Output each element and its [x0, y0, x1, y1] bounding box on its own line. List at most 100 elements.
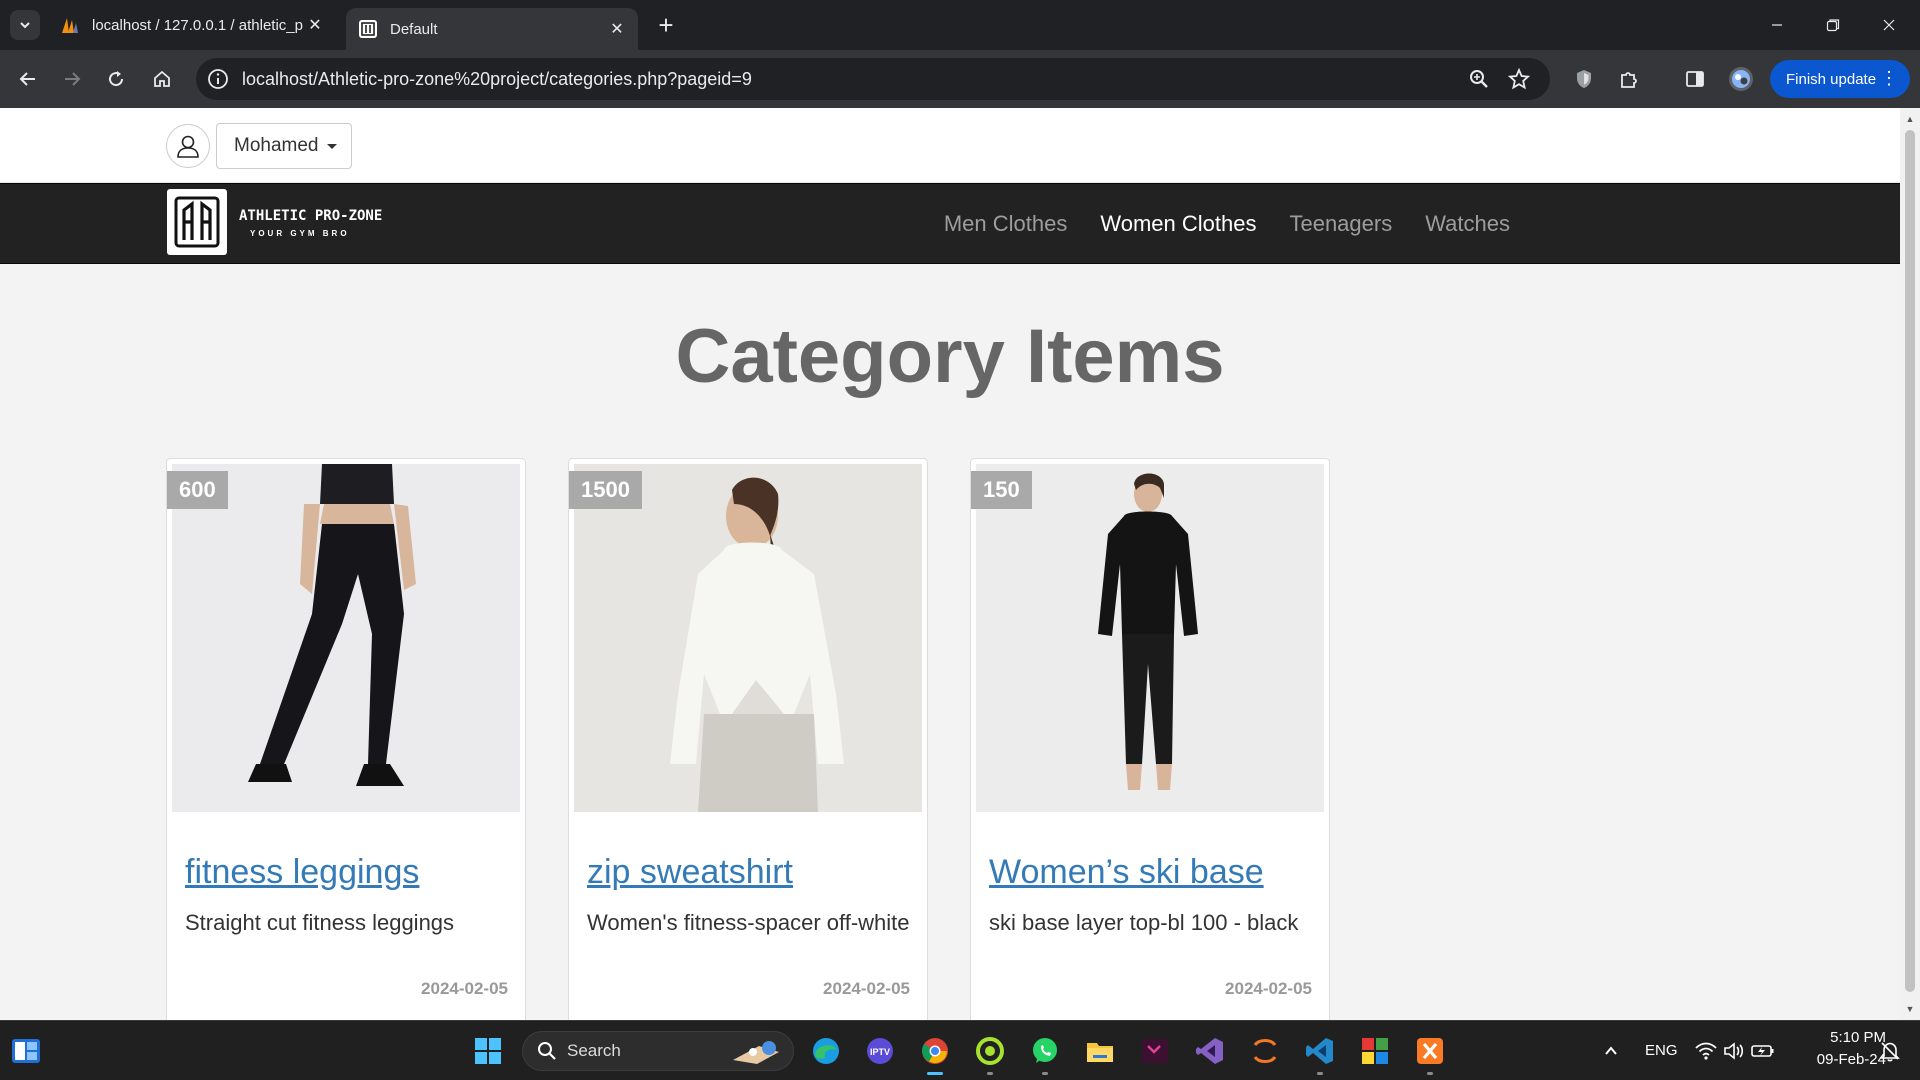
nav-link-men-clothes[interactable]: Men Clothes: [944, 211, 1068, 237]
volume-icon: [1724, 1042, 1744, 1060]
tab-default[interactable]: Default ✕: [346, 8, 638, 50]
arrow-left-icon: [19, 72, 35, 86]
category-nav: Men Clothes Women Clothes Teenagers Watc…: [911, 184, 1510, 263]
tab-phpmyadmin[interactable]: localhost / 127.0.0.1 / athletic_p ✕: [48, 8, 336, 42]
taskbar-app-green[interactable]: [972, 1033, 1008, 1075]
item-image[interactable]: [172, 464, 520, 812]
whatsapp-icon: [1033, 1038, 1057, 1063]
finish-update-button[interactable]: Finish update ⋮: [1770, 60, 1910, 98]
reload-icon: [109, 71, 124, 87]
jupyter-icon: [1253, 1039, 1277, 1063]
item-title-link[interactable]: fitness leggings: [185, 853, 419, 892]
item-card[interactable]: 600 fitness leggings Straight cut fitnes…: [166, 458, 526, 1020]
profile-button[interactable]: [1728, 66, 1754, 92]
item-card[interactable]: 150 Women’s ski base ski base layer top-…: [970, 458, 1330, 1020]
svg-text:IPTV: IPTV: [870, 1047, 890, 1057]
nav-link-watches[interactable]: Watches: [1425, 211, 1510, 237]
close-icon[interactable]: ✕: [606, 18, 628, 40]
taskbar-whatsapp[interactable]: [1027, 1033, 1063, 1075]
search-highlight-icon: [733, 1041, 779, 1064]
extension-shield-button[interactable]: [1571, 66, 1597, 92]
taskbar-jupyter[interactable]: [1247, 1033, 1283, 1069]
quick-settings-button[interactable]: [1690, 1033, 1780, 1069]
battery-icon: [1751, 1045, 1774, 1057]
iptv-icon: IPTV: [867, 1038, 893, 1064]
taskbar-app-blocks[interactable]: [1357, 1033, 1393, 1069]
puzzle-icon: [1621, 72, 1637, 88]
phpmyadmin-favicon-icon: [62, 18, 78, 33]
item-description: Women's fitness-spacer off-white: [587, 910, 910, 935]
taskbar-xampp[interactable]: [1412, 1033, 1448, 1075]
address-bar[interactable]: localhost/Athletic-pro-zone%20project/ca…: [196, 58, 1550, 100]
minimize-button[interactable]: [1750, 8, 1804, 42]
user-avatar[interactable]: [166, 124, 210, 168]
show-hidden-icons-button[interactable]: [1593, 1033, 1629, 1069]
notifications-button[interactable]: [1872, 1033, 1908, 1069]
item-image[interactable]: [574, 464, 922, 812]
forward-button[interactable]: [56, 63, 88, 95]
app-terminal-icon: [1142, 1039, 1168, 1063]
shield-icon: [1577, 70, 1591, 88]
windows-logo-icon: [475, 1038, 501, 1064]
taskbar-search[interactable]: Search: [522, 1031, 794, 1071]
start-button[interactable]: [470, 1033, 506, 1069]
item-description: ski base layer top-bl 100 - black: [989, 910, 1299, 935]
sweatshirt-product-image: [574, 464, 922, 812]
brand-logo[interactable]: [167, 189, 227, 255]
scroll-up-arrow-icon[interactable]: ▲: [1905, 114, 1915, 124]
app-blocks-icon: [1362, 1038, 1388, 1064]
home-button[interactable]: [146, 63, 178, 95]
restore-button[interactable]: [1806, 8, 1860, 42]
item-title-link[interactable]: zip sweatshirt: [587, 853, 793, 892]
taskbar-vscode[interactable]: [1302, 1033, 1338, 1075]
tab-title: localhost / 127.0.0.1 / athletic_p: [92, 16, 303, 34]
search-label: Search: [567, 1041, 621, 1060]
widgets-icon: [12, 1039, 40, 1063]
more-vert-icon[interactable]: ⋮: [1880, 69, 1898, 87]
browser-tab-strip: localhost / 127.0.0.1 / athletic_p ✕ Def…: [0, 0, 1920, 50]
vertical-scrollbar[interactable]: ▲ ▼: [1900, 108, 1920, 1020]
side-panel-button[interactable]: [1682, 66, 1708, 92]
taskbar-file-explorer[interactable]: [1082, 1033, 1118, 1069]
nav-link-women-clothes[interactable]: Women Clothes: [1100, 211, 1256, 237]
windows-taskbar: Search IPTV ENG 5:10 PM 09-Feb-24: [0, 1020, 1920, 1080]
caret-down-icon: [326, 143, 337, 149]
nav-link-teenagers[interactable]: Teenagers: [1289, 211, 1392, 237]
input-language[interactable]: ENG: [1645, 1042, 1678, 1059]
back-button[interactable]: [12, 63, 44, 95]
item-card[interactable]: 1500 zip sweatshirt Women's fitness-spac…: [568, 458, 928, 1020]
item-title-link[interactable]: Women’s ski base: [989, 853, 1264, 892]
item-image[interactable]: [976, 464, 1324, 812]
taskbar-chrome[interactable]: [917, 1033, 953, 1075]
tab-search-button[interactable]: [10, 10, 40, 40]
close-icon[interactable]: ✕: [304, 14, 326, 36]
scroll-down-arrow-icon[interactable]: ▼: [1905, 1004, 1915, 1014]
bookmark-star-icon[interactable]: [1508, 68, 1530, 90]
browser-toolbar: localhost/Athletic-pro-zone%20project/ca…: [0, 50, 1920, 108]
url-text[interactable]: localhost/Athletic-pro-zone%20project/ca…: [242, 69, 752, 90]
user-dropdown-button[interactable]: Mohamed: [216, 123, 352, 169]
zoom-icon[interactable]: [1468, 68, 1490, 90]
scrollbar-thumb[interactable]: [1905, 130, 1915, 992]
profile-avatar-icon: [1729, 67, 1753, 91]
tab-title: Default: [390, 20, 438, 38]
taskbar-edge[interactable]: [808, 1033, 844, 1069]
taskbar-visual-studio[interactable]: [1192, 1033, 1228, 1069]
side-panel-icon: [1686, 71, 1704, 87]
widgets-button[interactable]: [8, 1033, 44, 1069]
extensions-button[interactable]: [1616, 66, 1642, 92]
taskbar-app-magenta[interactable]: [1137, 1033, 1173, 1069]
taskbar-iptv[interactable]: IPTV: [862, 1033, 898, 1069]
page-viewport: Mohamed ATHLETIC PRO-ZONE YOUR GYM BRO M…: [0, 108, 1900, 1020]
main-navbar: ATHLETIC PRO-ZONE YOUR GYM BRO Men Cloth…: [0, 183, 1900, 264]
leggings-product-image: [172, 464, 520, 812]
site-info-icon[interactable]: [206, 67, 230, 91]
item-description: Straight cut fitness leggings: [185, 910, 455, 935]
minimize-icon: [1772, 24, 1782, 26]
chevron-down-icon: [20, 22, 30, 29]
new-tab-button[interactable]: +: [652, 12, 680, 40]
price-badge: 1500: [569, 471, 642, 509]
notification-bell-icon: [1880, 1042, 1900, 1062]
close-window-button[interactable]: [1862, 8, 1916, 42]
reload-button[interactable]: [100, 63, 132, 95]
